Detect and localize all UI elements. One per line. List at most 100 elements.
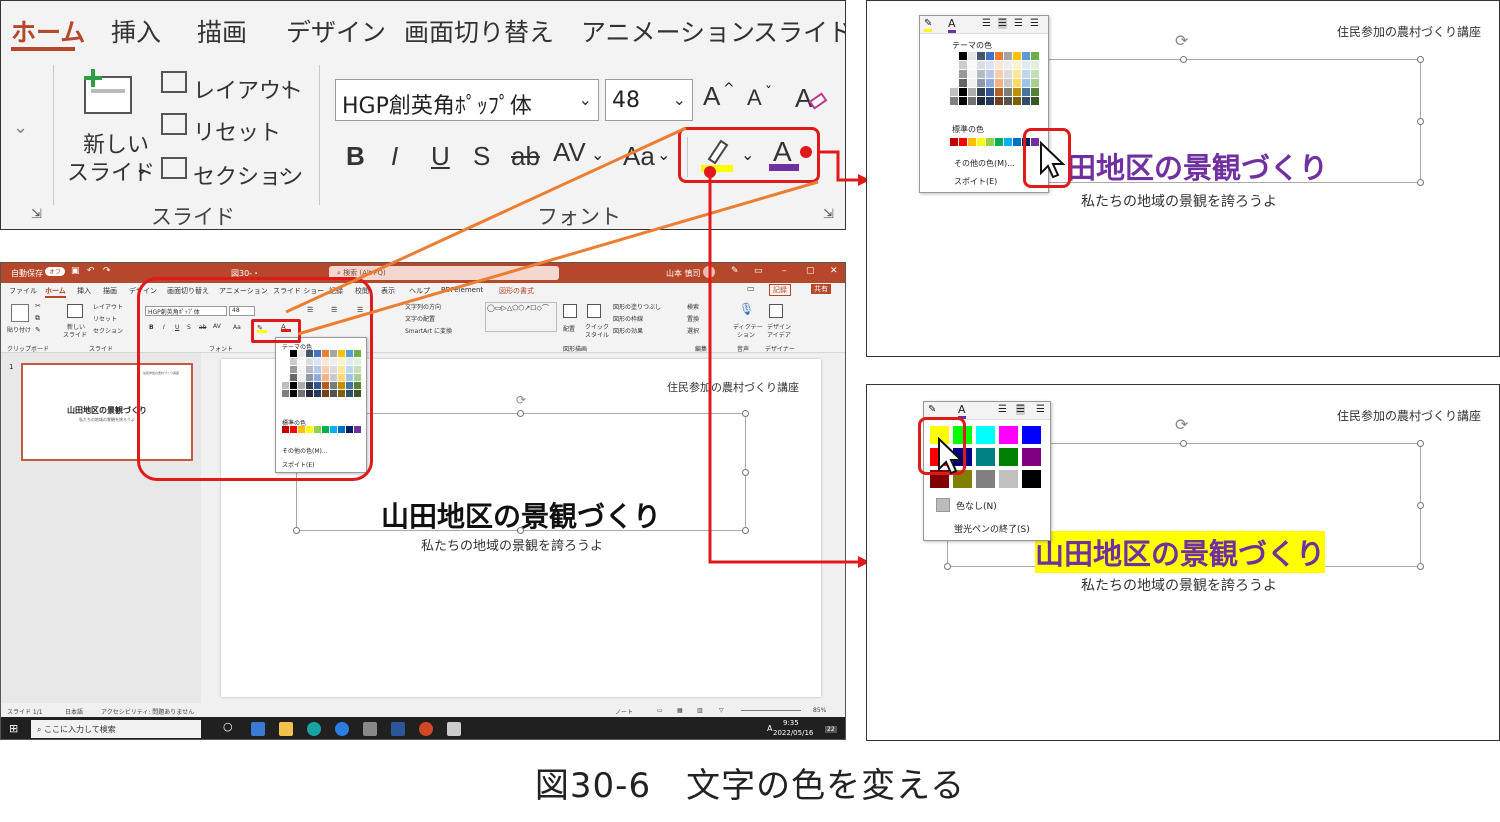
- color-swatch[interactable]: [968, 70, 976, 78]
- resize-handle[interactable]: [1417, 118, 1424, 125]
- color-swatch[interactable]: [1013, 52, 1021, 60]
- justify-icon[interactable]: ☰: [1030, 18, 1039, 29]
- color-swatch[interactable]: [1004, 88, 1012, 96]
- more-colors-item[interactable]: その他の色(M)...: [954, 158, 1015, 169]
- color-swatch[interactable]: [959, 138, 967, 146]
- color-swatch[interactable]: [968, 79, 976, 87]
- color-swatch[interactable]: [1004, 70, 1012, 78]
- rotate-handle-icon[interactable]: ⟳: [1175, 31, 1188, 50]
- color-swatch[interactable]: [977, 61, 985, 69]
- resize-handle[interactable]: [1180, 440, 1187, 447]
- resize-handle[interactable]: [944, 563, 951, 570]
- color-swatch[interactable]: [995, 88, 1003, 96]
- color-swatch[interactable]: [995, 52, 1003, 60]
- color-swatch[interactable]: [950, 52, 958, 60]
- color-swatch[interactable]: [977, 138, 985, 146]
- color-swatch[interactable]: [986, 79, 994, 87]
- color-swatch[interactable]: [986, 88, 994, 96]
- eyedropper-item[interactable]: スポイト(E): [954, 176, 997, 187]
- resize-handle[interactable]: [1417, 502, 1424, 509]
- color-swatch[interactable]: [968, 61, 976, 69]
- no-color-item[interactable]: 色なし(N): [956, 499, 997, 512]
- color-swatch[interactable]: [1022, 79, 1030, 87]
- color-swatch[interactable]: [977, 97, 985, 105]
- color-swatch[interactable]: [950, 97, 958, 105]
- color-swatch[interactable]: [995, 61, 1003, 69]
- color-swatch[interactable]: [1031, 52, 1039, 60]
- color-swatch[interactable]: [950, 70, 958, 78]
- color-swatch[interactable]: [1004, 138, 1012, 146]
- color-swatch[interactable]: [950, 138, 958, 146]
- align-left-icon[interactable]: ☰: [982, 18, 991, 29]
- font-color-icon[interactable]: A: [948, 17, 956, 33]
- color-swatch[interactable]: [968, 97, 976, 105]
- color-swatch[interactable]: [976, 426, 995, 444]
- color-swatch[interactable]: [995, 97, 1003, 105]
- color-swatch[interactable]: [1013, 138, 1021, 146]
- color-swatch[interactable]: [1004, 79, 1012, 87]
- color-swatch[interactable]: [968, 52, 976, 60]
- align-right-icon[interactable]: ☰: [1036, 404, 1045, 415]
- color-swatch[interactable]: [1013, 97, 1021, 105]
- color-swatch[interactable]: [1022, 52, 1030, 60]
- color-swatch[interactable]: [1031, 70, 1039, 78]
- resize-handle[interactable]: [1417, 179, 1424, 186]
- color-swatch[interactable]: [1031, 97, 1039, 105]
- color-swatch[interactable]: [968, 88, 976, 96]
- color-swatch[interactable]: [995, 79, 1003, 87]
- color-swatch[interactable]: [1022, 426, 1041, 444]
- align-right-icon[interactable]: ☰: [1014, 18, 1023, 29]
- color-swatch[interactable]: [999, 448, 1018, 466]
- color-swatch[interactable]: [977, 88, 985, 96]
- resize-handle[interactable]: [1417, 56, 1424, 63]
- color-swatch[interactable]: [1004, 61, 1012, 69]
- color-swatch[interactable]: [959, 52, 967, 60]
- color-swatch[interactable]: [977, 52, 985, 60]
- color-swatch[interactable]: [1031, 79, 1039, 87]
- color-swatch[interactable]: [976, 470, 995, 488]
- color-swatch[interactable]: [986, 70, 994, 78]
- color-swatch[interactable]: [1013, 88, 1021, 96]
- end-highlighter-item[interactable]: 蛍光ペンの終了(S): [954, 522, 1030, 535]
- color-swatch[interactable]: [977, 79, 985, 87]
- highlighter-icon[interactable]: ✎: [924, 18, 933, 32]
- color-swatch[interactable]: [1031, 88, 1039, 96]
- color-swatch[interactable]: [950, 61, 958, 69]
- color-swatch[interactable]: [999, 470, 1018, 488]
- color-swatch[interactable]: [959, 70, 967, 78]
- resize-handle[interactable]: [1417, 563, 1424, 570]
- color-swatch[interactable]: [1022, 470, 1041, 488]
- align-center-icon[interactable]: ☰: [998, 18, 1007, 29]
- color-swatch[interactable]: [986, 61, 994, 69]
- color-swatch[interactable]: [1013, 61, 1021, 69]
- color-swatch[interactable]: [995, 70, 1003, 78]
- highlighter-icon[interactable]: ✎: [928, 404, 936, 415]
- rotate-handle-icon[interactable]: ⟳: [1175, 415, 1188, 434]
- color-swatch[interactable]: [1031, 61, 1039, 69]
- color-swatch[interactable]: [1004, 97, 1012, 105]
- color-swatch[interactable]: [986, 138, 994, 146]
- no-color-swatch[interactable]: [936, 498, 950, 512]
- color-swatch[interactable]: [959, 79, 967, 87]
- color-swatch[interactable]: [1013, 70, 1021, 78]
- color-swatch[interactable]: [968, 138, 976, 146]
- color-swatch[interactable]: [950, 88, 958, 96]
- color-swatch[interactable]: [999, 426, 1018, 444]
- resize-handle[interactable]: [1180, 56, 1187, 63]
- resize-handle[interactable]: [1417, 440, 1424, 447]
- color-swatch[interactable]: [977, 70, 985, 78]
- align-left-icon[interactable]: ☰: [998, 404, 1007, 415]
- color-swatch[interactable]: [1004, 52, 1012, 60]
- color-swatch[interactable]: [959, 61, 967, 69]
- color-swatch[interactable]: [976, 448, 995, 466]
- color-swatch[interactable]: [959, 97, 967, 105]
- color-swatch[interactable]: [1022, 70, 1030, 78]
- color-swatch[interactable]: [950, 79, 958, 87]
- color-swatch[interactable]: [1013, 79, 1021, 87]
- color-swatch[interactable]: [1022, 88, 1030, 96]
- align-center-icon[interactable]: ☰: [1016, 404, 1025, 415]
- color-swatch[interactable]: [1022, 61, 1030, 69]
- color-swatch[interactable]: [1022, 448, 1041, 466]
- color-swatch[interactable]: [1022, 97, 1030, 105]
- color-swatch[interactable]: [959, 88, 967, 96]
